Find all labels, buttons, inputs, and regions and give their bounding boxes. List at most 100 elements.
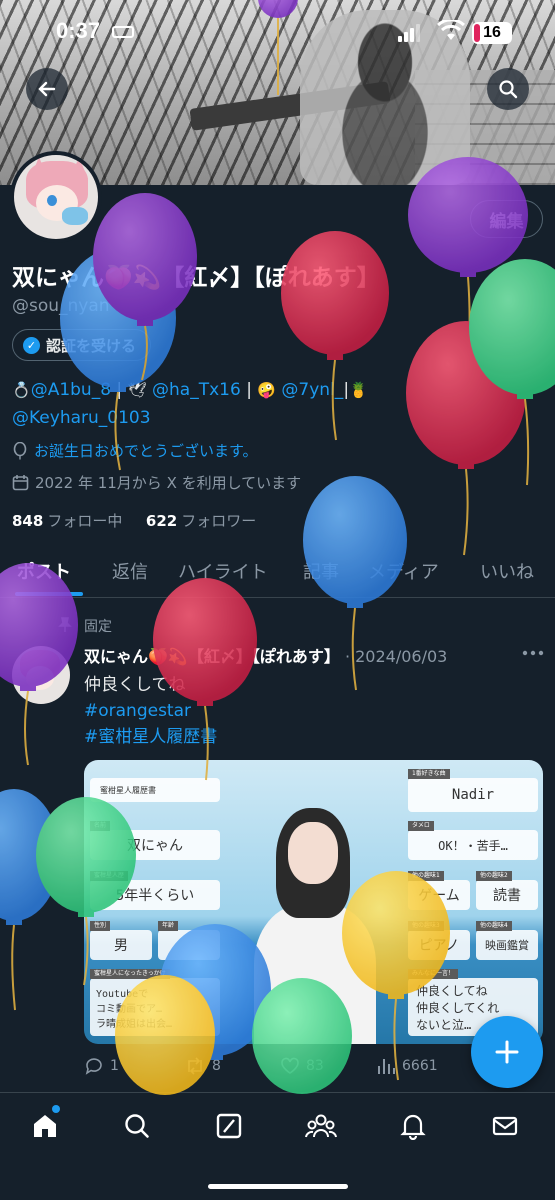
get-verified-button[interactable]: ✓ 認証を受ける	[12, 329, 152, 361]
balloon	[406, 321, 526, 556]
post-avatar[interactable]	[12, 646, 70, 704]
following-label: フォロー中	[47, 512, 123, 530]
nav-messages[interactable]	[488, 1109, 522, 1143]
tab-highlights[interactable]: ハイライト	[178, 558, 268, 584]
more-options-icon[interactable]	[522, 650, 544, 656]
calendar-icon	[12, 475, 29, 491]
bio-emoji: 🕊	[127, 381, 147, 399]
bio-separator: |	[240, 380, 258, 400]
post-header: 双にゃん🍑💫【紅〆】【ぽれあす】 · 2024/06/03	[84, 643, 447, 667]
card-hobby4: 他の趣味4 映画鑑賞	[476, 921, 538, 960]
views-count: 6661	[402, 1058, 438, 1074]
balloon-icon	[13, 441, 27, 459]
post-text: 仲良くしてね	[84, 675, 186, 695]
profile-avatar[interactable]	[10, 151, 102, 243]
post-date[interactable]: · 2024/06/03	[345, 647, 447, 666]
card-title: 蜜柑星人履歴書	[90, 778, 220, 802]
card-reason: 蜜柑星人になったきっかけ Youtubeで コミ動画でア… ラ晴成姐は出会…	[90, 969, 220, 1036]
card-hobby2: 他の趣味2 読書	[476, 871, 538, 910]
repost-button[interactable]: 8	[184, 1056, 221, 1076]
heart-icon	[281, 1057, 299, 1074]
post-image[interactable]: 蜜柑星人履歴書 1番好きな曲 Nadir 名前 双にゃん タメロ OK！・苦手… 蜜柑…	[84, 760, 543, 1044]
bio-mention[interactable]: @A1bu_8	[31, 380, 111, 400]
balloon	[0, 789, 60, 1011]
bio-emoji: 💍	[12, 381, 31, 399]
profile-bio: 💍@A1bu_8 | 🕊 @ha_Tx16 | 🤪 @7ynl_|🍍 @Keyh…	[12, 376, 432, 432]
bio-mention-keyharu[interactable]: @Keyharu_0103	[12, 404, 432, 432]
card-gender: 性別男	[90, 921, 152, 960]
pinned-label: 固定	[84, 619, 112, 635]
verified-badge-icon: ✓	[23, 336, 40, 354]
verify-label: 認証を受ける	[46, 336, 137, 355]
like-button[interactable]: 83	[280, 1056, 324, 1076]
search-button[interactable]	[487, 68, 529, 110]
bio-emoji: 🤪	[257, 381, 277, 399]
birthday-row: お誕生日おめでとうございます。	[12, 440, 258, 461]
home-notification-dot	[52, 1105, 60, 1113]
compose-button[interactable]	[471, 1016, 543, 1088]
reply-icon	[85, 1058, 102, 1075]
hashtag-orangestar[interactable]: #orangestar	[84, 698, 217, 724]
plus-icon	[495, 1040, 519, 1064]
follow-stats: 848 フォロー中 622 フォロワー	[12, 510, 256, 531]
tab-likes[interactable]: いいね	[480, 558, 534, 584]
hashtag-rirekisho[interactable]: #蜜柑星人履歴書	[84, 724, 217, 750]
tab-articles[interactable]: 記事	[303, 558, 339, 584]
card-age: 年齢	[158, 921, 220, 960]
sim-icon	[112, 26, 134, 38]
nav-communities[interactable]	[304, 1109, 338, 1143]
post-body: 仲良くしてね #orangestar #蜜柑星人履歴書	[84, 672, 217, 750]
home-indicator	[208, 1184, 348, 1189]
card-hobby3: 他の趣味3 ピアノ	[408, 921, 470, 960]
followers-count: 622	[145, 512, 178, 530]
profile-tabs: ポスト 返信 ハイライト 記事 メディア いいね	[0, 548, 555, 598]
bell-icon	[400, 1114, 426, 1140]
bio-mention[interactable]: @ha_Tx16	[147, 380, 241, 400]
card-hobby1: 他の趣味1 ゲーム	[408, 871, 470, 910]
home-icon	[34, 1115, 56, 1137]
pin-icon	[58, 617, 72, 632]
views-icon	[378, 1059, 395, 1074]
nav-grok[interactable]	[212, 1109, 246, 1143]
status-time: 0:37	[56, 18, 101, 43]
grok-icon	[216, 1113, 242, 1139]
bio-separator: |	[111, 380, 128, 400]
status-bar: 0:37 16	[0, 0, 555, 60]
tab-posts[interactable]: ポスト	[17, 558, 71, 584]
joined-text: 2022 年 11月から X を利用しています	[35, 474, 302, 492]
reply-count: 1	[110, 1058, 119, 1074]
reply-button[interactable]: 1	[84, 1056, 119, 1076]
tab-media[interactable]: メディア	[368, 558, 439, 584]
post-author[interactable]: 双にゃん🍑💫【紅〆】【ぽれあす】	[84, 647, 340, 666]
nav-home[interactable]	[28, 1109, 62, 1143]
views-button[interactable]: 6661	[376, 1056, 438, 1076]
wifi-icon	[437, 20, 465, 40]
profile-handle: @sou_nyan	[12, 296, 110, 316]
edit-profile-button[interactable]: 編集	[470, 200, 543, 238]
image-girl-figure	[254, 808, 376, 1044]
joined-row: 2022 年 11月から X を利用しています	[12, 472, 301, 493]
nav-search[interactable]	[120, 1109, 154, 1143]
search-icon	[125, 1114, 149, 1138]
card-history: 蜜柑星人歴 5年半くらい	[90, 871, 220, 910]
signal-icon	[398, 24, 424, 42]
battery-indicator: 16	[472, 22, 512, 44]
profile-name: 双にゃん🍑💫【紅〆】【ぽれあす】	[12, 265, 380, 291]
bio-mention[interactable]: @7ynl_	[276, 380, 343, 400]
back-button[interactable]	[26, 68, 68, 110]
communities-icon	[305, 1114, 337, 1138]
tab-replies[interactable]: 返信	[112, 558, 148, 584]
following-link[interactable]: 848 フォロー中	[12, 512, 122, 530]
bio-emoji: 🍍	[349, 381, 368, 399]
birthday-text[interactable]: お誕生日おめでとうございます。	[34, 440, 258, 461]
card-taimero: タメロ OK！・苦手…	[408, 821, 538, 860]
followers-link[interactable]: 622 フォロワー	[146, 512, 256, 530]
following-count: 848	[12, 512, 44, 530]
balloon	[469, 259, 555, 486]
followers-label: フォロワー	[181, 512, 257, 530]
card-fav-song: 1番好きな曲 Nadir	[408, 769, 538, 812]
arrow-left-icon	[38, 81, 56, 97]
nav-notifications[interactable]	[396, 1109, 430, 1143]
active-tab-indicator	[15, 592, 83, 596]
bio-line-1: 💍@A1bu_8 | 🕊 @ha_Tx16 | 🤪 @7ynl_|🍍	[12, 376, 432, 404]
